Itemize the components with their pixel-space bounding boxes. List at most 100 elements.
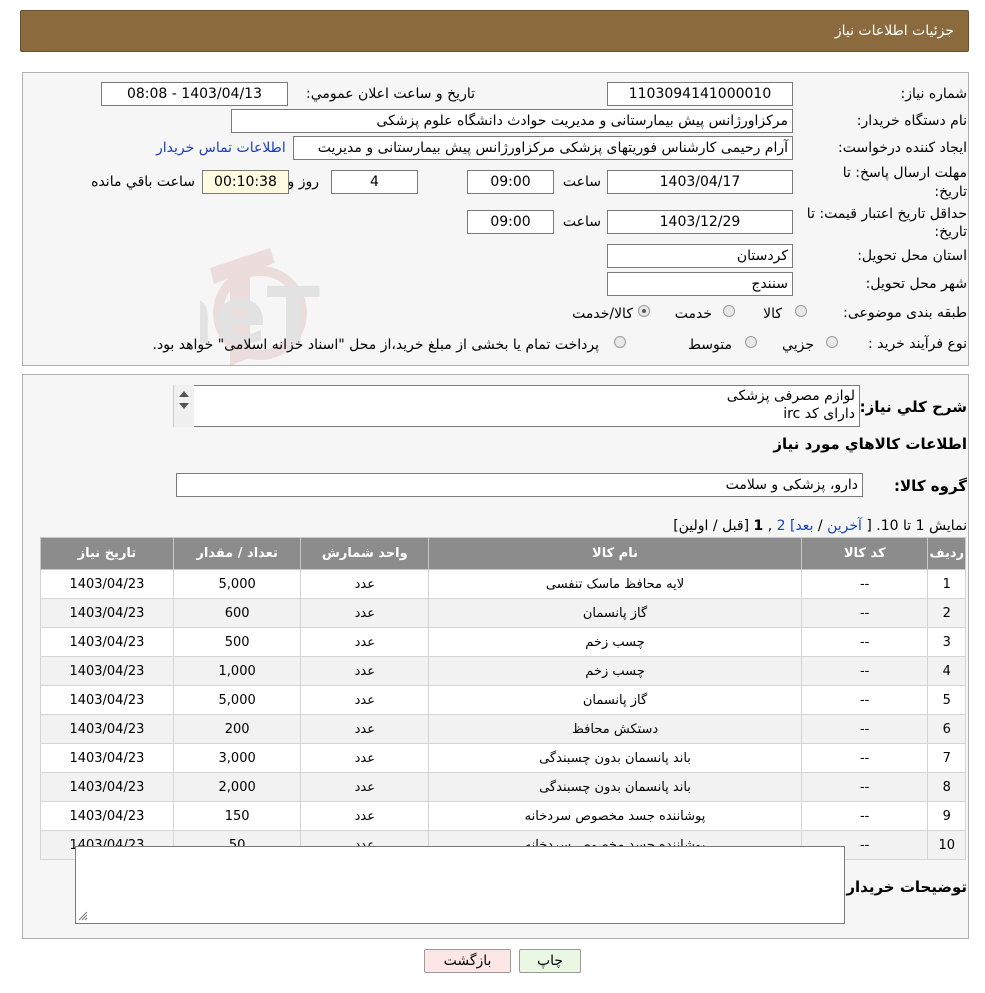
cell-goods-name: گاز پانسمان (428, 685, 802, 715)
cell-row-number: 8 (927, 772, 966, 802)
deadline-date-field: 1403/04/17 (607, 170, 793, 194)
pagination: نمایش 1 تا 10. [ آخرین / بعد] 2 , 1 [قبل… (673, 518, 967, 534)
announce-field: 1403/04/13 - 08:08 (101, 82, 288, 106)
cell-unit: عدد (300, 569, 430, 599)
category-option-goods: کالا (763, 306, 782, 322)
cell-row-number: 4 (927, 656, 966, 686)
buyer-notes-textarea[interactable] (75, 846, 845, 924)
cell-goods-code: -- (800, 772, 929, 802)
pagination-sep: / (817, 518, 823, 534)
cell-quantity: 2,000 (172, 772, 302, 802)
cell-need-date: 1403/04/23 (40, 772, 174, 802)
summary-textarea[interactable]: لوازم مصرفی پزشکی دارای کد irc (173, 385, 860, 427)
cell-unit: عدد (300, 627, 430, 657)
cell-goods-name: چسب زخم (428, 627, 802, 657)
buyer-org-label: نام دستگاه خريدار: (856, 113, 967, 129)
cell-goods-name: دستکش محافظ (428, 714, 802, 744)
cell-goods-name: لایه محافظ ماسک تنفسی (428, 569, 802, 599)
pagination-next-link[interactable]: بعد] (790, 518, 813, 534)
col-goods-name: نام کالا (428, 537, 802, 570)
cell-quantity: 500 (172, 627, 302, 657)
goods-group-label: گروه کالا: (894, 477, 967, 495)
deadline-label: مهلت ارسال پاسخ: تا (842, 165, 967, 181)
cell-quantity: 5,000 (172, 685, 302, 715)
category-option-goods-service: کالا/خدمت (572, 306, 633, 322)
scroll-down-icon[interactable] (179, 403, 189, 409)
col-row-number: ردیف (927, 537, 966, 570)
pagination-last-link[interactable]: آخرین (827, 518, 862, 534)
cell-quantity: 3,000 (172, 743, 302, 773)
creator-label: ايجاد کننده درخواست: (838, 140, 967, 156)
table-row: 2 -- گاز پانسمان عدد 600 1403/04/23 (40, 598, 966, 628)
cell-need-date: 1403/04/23 (40, 598, 174, 628)
cell-unit: عدد (300, 656, 430, 686)
cell-quantity: 1,000 (172, 656, 302, 686)
table-row: 6 -- دستکش محافظ عدد 200 1403/04/23 (40, 714, 966, 744)
resize-handle-icon[interactable] (78, 911, 88, 921)
pagination-bracket: [ (866, 518, 872, 534)
scroll-up-icon[interactable] (179, 391, 189, 397)
cell-goods-name: باند پانسمان بدون چسبندگی (428, 772, 802, 802)
announce-label: تاریخ و ساعت اعلان عمومي: (306, 86, 475, 102)
cell-goods-code: -- (800, 743, 929, 773)
process-radio-minor[interactable] (826, 336, 838, 348)
page-header: جزئیات اطلاعات نیاز (20, 10, 969, 52)
summary-label: شرح كلي نياز: (859, 398, 967, 416)
table-row: 5 -- گاز پانسمان عدد 5,000 1403/04/23 (40, 685, 966, 715)
buyer-notes-label: توضيحات خريدار: (840, 878, 967, 896)
print-button[interactable]: چاپ (519, 949, 581, 973)
deadline-time-label: ساعت (562, 174, 601, 190)
need-number-label: شماره نیاز: (900, 86, 968, 102)
cell-need-date: 1403/04/23 (40, 714, 174, 744)
pagination-comma: , (767, 518, 773, 534)
cell-goods-name: پوشاننده جسد مخصوص سردخانه (428, 801, 802, 831)
validity-label-date: تاريخ: (934, 224, 967, 240)
cell-goods-code: -- (800, 569, 929, 599)
creator-field: آرام رحیمی کارشناس فوریتهای پزشکی مرکزاو… (293, 136, 793, 160)
cell-goods-name: باند پانسمان بدون چسبندگی (428, 743, 802, 773)
validity-time-field: 09:00 (467, 210, 554, 234)
cell-unit: عدد (300, 801, 430, 831)
cell-row-number: 2 (927, 598, 966, 628)
pagination-page-1: 1 (753, 518, 764, 534)
cell-unit: عدد (300, 598, 430, 628)
deadline-time-field: 09:00 (467, 170, 554, 194)
cell-goods-code: -- (800, 714, 929, 744)
days-label: روز و (287, 174, 320, 190)
cell-goods-code: -- (800, 598, 929, 628)
col-quantity: تعداد / مقدار (172, 537, 302, 570)
table-row: 8 -- باند پانسمان بدون چسبندگی عدد 2,000 1403… (40, 772, 966, 802)
category-radio-goods-service[interactable] (638, 305, 650, 317)
cell-need-date: 1403/04/23 (40, 801, 174, 831)
process-option-medium: متوسط (688, 337, 732, 353)
category-radio-service[interactable] (723, 305, 735, 317)
category-label: طبقه بندی موضوعی: (843, 305, 967, 321)
validity-label: حداقل تاريخ اعتبار قيمت: تا (806, 206, 967, 222)
summary-scrollbar[interactable] (173, 385, 194, 427)
table-row: 1 -- لایه محافظ ماسک تنفسی عدد 5,000 1403/04/… (40, 569, 966, 599)
process-radio-treasury[interactable] (614, 336, 626, 348)
pagination-page-2[interactable]: 2 (777, 518, 786, 534)
city-field: سنندج (607, 272, 793, 296)
cell-row-number: 7 (927, 743, 966, 773)
col-goods-code: کد کالا (800, 537, 929, 570)
table-row: 7 -- باند پانسمان بدون چسبندگی عدد 3,000 1403… (40, 743, 966, 773)
cell-unit: عدد (300, 714, 430, 744)
summary-line-2: دارای کد irc (783, 406, 855, 422)
back-button[interactable]: بازگشت (424, 949, 511, 973)
category-radio-goods[interactable] (795, 305, 807, 317)
buyer-contact-link[interactable]: اطلاعات تماس خريدار (156, 140, 286, 156)
cell-unit: عدد (300, 743, 430, 773)
process-radio-medium[interactable] (745, 336, 757, 348)
cell-goods-name: چسب زخم (428, 656, 802, 686)
cell-goods-code: -- (800, 656, 929, 686)
city-label: شهر محل تحويل: (865, 276, 967, 292)
pagination-showing: نمایش 1 تا 10. (876, 518, 967, 534)
cell-need-date: 1403/04/23 (40, 656, 174, 686)
cell-need-date: 1403/04/23 (40, 569, 174, 599)
province-label: استان محل تحويل: (857, 248, 967, 264)
table-row: 4 -- چسب زخم عدد 1,000 1403/04/23 (40, 656, 966, 686)
pagination-prev-first: [قبل / اولین] (673, 518, 750, 534)
page-title: جزئیات اطلاعات نیاز (834, 23, 954, 39)
cell-row-number: 9 (927, 801, 966, 831)
